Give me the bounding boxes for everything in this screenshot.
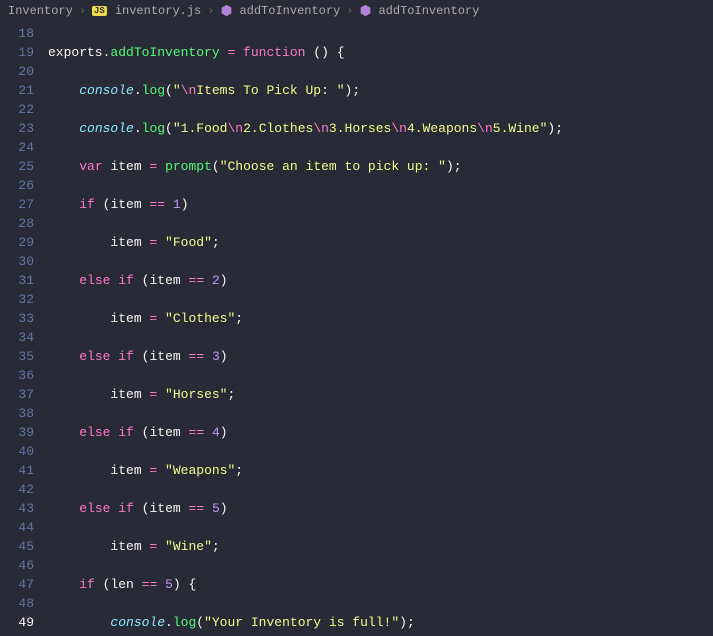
line-number: 47 <box>0 575 34 594</box>
line-number: 26 <box>0 176 34 195</box>
crumb-symbol[interactable]: addToInventory <box>378 4 479 18</box>
line-number: 20 <box>0 62 34 81</box>
line-number: 22 <box>0 100 34 119</box>
line-number: 31 <box>0 271 34 290</box>
line-number: 36 <box>0 366 34 385</box>
line-number: 35 <box>0 347 34 366</box>
line-number: 28 <box>0 214 34 233</box>
crumb-folder[interactable]: Inventory <box>8 4 73 18</box>
line-number: 48 <box>0 594 34 613</box>
line-number: 23 <box>0 119 34 138</box>
line-number: 39 <box>0 423 34 442</box>
line-number: 34 <box>0 328 34 347</box>
line-number: 40 <box>0 442 34 461</box>
line-number: 19 <box>0 43 34 62</box>
line-number: 24 <box>0 138 34 157</box>
code-area[interactable]: exports.addToInventory = function () { c… <box>48 22 713 636</box>
chevron-right-icon: › <box>207 4 214 18</box>
line-number: 38 <box>0 404 34 423</box>
line-number: 33 <box>0 309 34 328</box>
line-number: 43 <box>0 499 34 518</box>
method-icon <box>359 4 372 18</box>
line-number: 41 <box>0 461 34 480</box>
chevron-right-icon: › <box>346 4 353 18</box>
line-number: 46 <box>0 556 34 575</box>
crumb-symbol[interactable]: addToInventory <box>239 4 340 18</box>
line-number: 25 <box>0 157 34 176</box>
method-icon <box>220 4 233 18</box>
crumb-file[interactable]: inventory.js <box>115 4 201 18</box>
line-number-gutter: 1819202122232425262728293031323334353637… <box>0 22 48 636</box>
line-number: 30 <box>0 252 34 271</box>
line-number: 21 <box>0 81 34 100</box>
line-number: 32 <box>0 290 34 309</box>
line-number: 44 <box>0 518 34 537</box>
js-file-icon: JS <box>92 6 107 16</box>
line-number: 18 <box>0 24 34 43</box>
line-number: 27 <box>0 195 34 214</box>
code-editor[interactable]: 1819202122232425262728293031323334353637… <box>0 22 713 636</box>
chevron-right-icon: › <box>79 4 86 18</box>
line-number: 42 <box>0 480 34 499</box>
line-number: 49 <box>0 613 34 632</box>
line-number: 45 <box>0 537 34 556</box>
line-number: 29 <box>0 233 34 252</box>
breadcrumb: Inventory › JS inventory.js › addToInven… <box>0 0 713 22</box>
line-number: 37 <box>0 385 34 404</box>
